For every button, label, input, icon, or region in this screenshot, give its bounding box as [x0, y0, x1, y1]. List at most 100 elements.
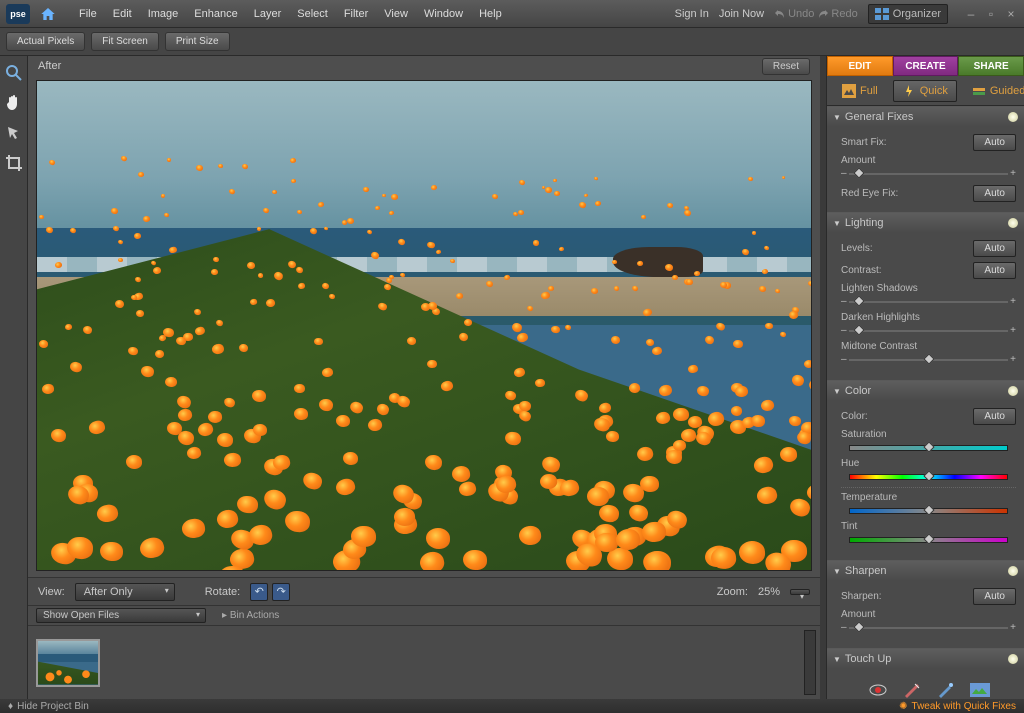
menu-filter[interactable]: Filter [337, 4, 375, 24]
thumbnail[interactable] [36, 639, 100, 687]
smartfix-auto-button[interactable]: Auto [973, 134, 1016, 151]
panel-header-general[interactable]: ▼General Fixes [827, 107, 1024, 127]
project-bin [28, 625, 820, 699]
organizer-button[interactable]: Organizer [868, 4, 948, 24]
crop-tool-icon[interactable] [3, 152, 25, 174]
rotate-cw-icon[interactable]: ↷ [272, 583, 290, 601]
bin-scrollbar[interactable] [804, 630, 816, 695]
lighten-label: Lighten Shadows [841, 283, 1016, 294]
panel-color: ▼Color Color:Auto Saturation Hue Tempera… [827, 380, 1024, 560]
redeye-tool-icon[interactable] [868, 681, 888, 699]
menu-help[interactable]: Help [472, 4, 509, 24]
app-logo: pse [6, 4, 30, 24]
midtone-slider[interactable]: –+ [841, 354, 1016, 366]
menu-image[interactable]: Image [141, 4, 186, 24]
minimize-button[interactable]: – [964, 7, 978, 21]
panel-header-lighting[interactable]: ▼Lighting [827, 213, 1024, 233]
close-button[interactable]: × [1004, 7, 1018, 21]
hint-icon[interactable] [1008, 112, 1018, 122]
bin-actions-menu[interactable]: Bin Actions [230, 610, 279, 621]
redeye-auto-button[interactable]: Auto [973, 185, 1016, 202]
blue-sky-tool-icon[interactable] [936, 681, 956, 699]
tool-strip [0, 56, 28, 699]
menu-file[interactable]: File [72, 4, 104, 24]
menu-view[interactable]: View [377, 4, 415, 24]
hue-slider[interactable] [841, 471, 1016, 483]
panel-header-touchup[interactable]: ▼Touch Up [827, 649, 1024, 669]
hide-project-bin[interactable]: Hide Project Bin [17, 701, 89, 712]
redeye-label: Red Eye Fix: [841, 188, 973, 199]
menu-edit[interactable]: Edit [106, 4, 139, 24]
whiten-teeth-tool-icon[interactable] [902, 681, 922, 699]
actual-pixels-button[interactable]: Actual Pixels [6, 32, 85, 51]
panel-touchup: ▼Touch Up [827, 648, 1024, 699]
darken-label: Darken Highlights [841, 312, 1016, 323]
rotate-label: Rotate: [205, 586, 240, 598]
maximize-button[interactable]: ▫ [984, 7, 998, 21]
menu-select[interactable]: Select [290, 4, 335, 24]
zoom-label: Zoom: [717, 586, 748, 598]
home-icon[interactable] [36, 2, 60, 26]
preview-title: After [38, 60, 61, 72]
black-white-tool-icon[interactable] [970, 681, 990, 699]
show-files-dropdown[interactable]: Show Open Files [36, 608, 206, 623]
levels-auto-button[interactable]: Auto [973, 240, 1016, 257]
sharpen-auto-button[interactable]: Auto [973, 588, 1016, 605]
hint-icon[interactable] [1008, 566, 1018, 576]
panel-header-sharpen[interactable]: ▼Sharpen [827, 561, 1024, 581]
amount-label: Amount [841, 155, 1016, 166]
menu-bar: File Edit Image Enhance Layer Select Fil… [72, 4, 509, 24]
right-panel: EDIT CREATE SHARE Full Quick Guided ▼Gen… [826, 56, 1024, 699]
hue-label: Hue [841, 458, 1016, 469]
rotate-ccw-icon[interactable]: ↶ [250, 583, 268, 601]
zoom-dropdown[interactable] [790, 589, 810, 595]
view-label: View: [38, 586, 65, 598]
redo-button[interactable]: Redo [817, 8, 857, 20]
panel-general-fixes: ▼General Fixes Smart Fix:Auto Amount –+ … [827, 106, 1024, 212]
zoom-tool-icon[interactable] [3, 62, 25, 84]
tab-edit[interactable]: EDIT [827, 56, 893, 76]
sharpen-label: Sharpen: [841, 591, 973, 602]
panel-sharpen: ▼Sharpen Sharpen:Auto Amount –+ [827, 560, 1024, 648]
tweak-quick-fixes[interactable]: Tweak with Quick Fixes [912, 701, 1016, 712]
tint-slider[interactable] [841, 534, 1016, 546]
title-bar: pse File Edit Image Enhance Layer Select… [0, 0, 1024, 28]
smartfix-amount-slider[interactable]: –+ [841, 168, 1016, 180]
temperature-slider[interactable] [841, 505, 1016, 517]
signin-link[interactable]: Sign In [675, 8, 709, 20]
saturation-slider[interactable] [841, 442, 1016, 454]
color-auto-button[interactable]: Auto [973, 408, 1016, 425]
menu-enhance[interactable]: Enhance [187, 4, 244, 24]
submode-quick[interactable]: Quick [893, 80, 957, 102]
contrast-auto-button[interactable]: Auto [973, 262, 1016, 279]
fit-screen-button[interactable]: Fit Screen [91, 32, 159, 51]
hint-icon[interactable] [1008, 386, 1018, 396]
submode-full[interactable]: Full [833, 80, 887, 102]
panel-lighting: ▼Lighting Levels:Auto Contrast:Auto Ligh… [827, 212, 1024, 380]
darken-slider[interactable]: –+ [841, 325, 1016, 337]
panel-header-color[interactable]: ▼Color [827, 381, 1024, 401]
menu-window[interactable]: Window [417, 4, 470, 24]
lighten-slider[interactable]: –+ [841, 296, 1016, 308]
status-bar: ♦ Hide Project Bin ✺ Tweak with Quick Fi… [0, 699, 1024, 713]
sharpen-slider[interactable]: –+ [841, 622, 1016, 634]
tab-share[interactable]: SHARE [958, 56, 1024, 76]
image-canvas[interactable] [36, 80, 812, 571]
submode-guided[interactable]: Guided [963, 80, 1024, 102]
temp-label: Temperature [841, 492, 1016, 503]
zoom-value: 25% [758, 586, 780, 598]
print-size-button[interactable]: Print Size [165, 32, 230, 51]
sharpen-amount-label: Amount [841, 609, 1016, 620]
view-mode-dropdown[interactable]: After Only [75, 583, 175, 601]
joinnow-link[interactable]: Join Now [719, 8, 764, 20]
hint-icon[interactable] [1008, 218, 1018, 228]
quick-selection-tool-icon[interactable] [3, 122, 25, 144]
hint-icon[interactable] [1008, 654, 1018, 664]
reset-button[interactable]: Reset [762, 58, 810, 75]
sat-label: Saturation [841, 429, 1016, 440]
color-label: Color: [841, 411, 973, 422]
undo-button[interactable]: Undo [774, 8, 814, 20]
menu-layer[interactable]: Layer [247, 4, 289, 24]
tab-create[interactable]: CREATE [893, 56, 959, 76]
hand-tool-icon[interactable] [3, 92, 25, 114]
